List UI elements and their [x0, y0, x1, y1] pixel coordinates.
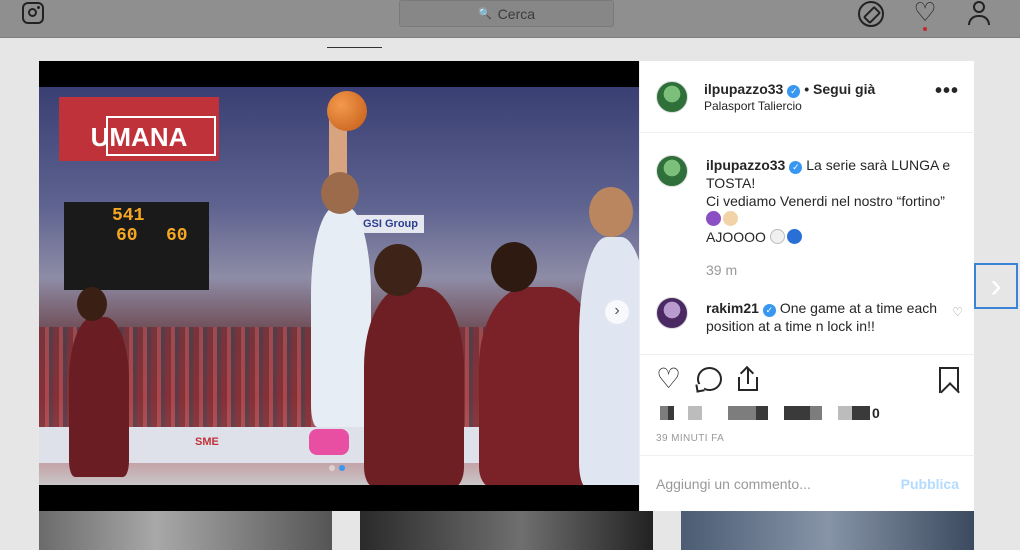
defender-1 [364, 287, 464, 485]
teammate [579, 237, 639, 485]
publish-button[interactable]: Pubblica [901, 476, 959, 492]
arena-banner: UMANA [59, 97, 219, 161]
posted-time[interactable]: 39 MINUTI FA [656, 433, 724, 444]
add-comment-bar: Aggiungi un commento... Pubblica [640, 455, 975, 511]
carousel-dot-active [339, 465, 345, 471]
search-icon: 🔍 [477, 8, 492, 20]
comment: rakim21 ✓ One game at a time each positio… [706, 299, 941, 335]
post-panel: ilpupazzo33 ✓ • Segui già Palasport Talie… [639, 61, 975, 511]
score-mid: 60 [116, 226, 138, 246]
carousel-dot [329, 465, 335, 471]
white-circle-emoji-icon [769, 229, 785, 244]
location-link[interactable]: Palasport Taliercio [704, 99, 802, 113]
save-bookmark-icon[interactable] [939, 367, 959, 393]
defender-2-head [491, 242, 537, 292]
comment-like-icon[interactable]: ♡ [952, 305, 963, 319]
player-left [69, 317, 129, 477]
sponsor-board: GSI Group [357, 215, 424, 233]
blue-circle-emoji-icon [786, 229, 802, 244]
basketball [327, 91, 367, 131]
action-bar: ♡ [640, 361, 975, 401]
likes-count[interactable]: 0 [660, 405, 880, 421]
caption-line-4: AJOOOO [706, 229, 766, 245]
post-username[interactable]: ilpupazzo33 [704, 81, 783, 97]
explore-compass-icon[interactable] [858, 1, 884, 27]
devil-emoji-icon [706, 211, 721, 226]
caption-line-2: Ci vediamo Venerdi nel nostro “fortino” [706, 193, 945, 209]
activity-heart-icon[interactable]: ♡ [912, 0, 938, 31]
comment-input[interactable]: Aggiungi un commento... [656, 476, 811, 492]
likes-count-text: 0 [872, 405, 880, 421]
score-left: 541 [112, 206, 145, 226]
post-media: UMANA 541 60 60 GSI Group SME › [39, 61, 639, 511]
carousel-next-icon[interactable]: › [605, 300, 629, 324]
comment-avatar[interactable] [656, 297, 688, 329]
player-left-head [77, 287, 107, 321]
defender-1-head [374, 244, 422, 296]
scoreboard: 541 60 60 [64, 202, 209, 290]
pray-emoji-icon [723, 211, 738, 226]
follow-status-button[interactable]: • Segui già [804, 81, 875, 97]
verified-badge-icon: ✓ [789, 161, 803, 174]
caption: ilpupazzo33 ✓ La serie sarà LUNGA e TOSTA… [706, 156, 961, 246]
caption-avatar[interactable] [656, 155, 688, 187]
caption-timestamp[interactable]: 39 m [706, 262, 737, 278]
verified-badge-icon: ✓ [762, 304, 776, 317]
grid-thumbnail[interactable] [681, 511, 974, 550]
active-tab-underline [327, 47, 382, 48]
caption-username[interactable]: ilpupazzo33 [706, 157, 785, 173]
shooter-body [311, 207, 371, 427]
avatar[interactable] [656, 81, 688, 113]
search-placeholder: Cerca [497, 5, 536, 22]
verified-badge-icon: ✓ [787, 85, 801, 98]
comment-bubble-icon[interactable] [697, 367, 722, 391]
post-header: ilpupazzo33 ✓ • Segui già Palasport Talie… [640, 61, 975, 133]
grid-thumbnail[interactable] [39, 511, 332, 550]
comments-section: ilpupazzo33 ✓ La serie sarà LUNGA e TOSTA… [640, 133, 975, 355]
like-heart-icon[interactable]: ♡ [656, 365, 682, 393]
comment-username[interactable]: rakim21 [706, 300, 759, 316]
notification-dot [923, 27, 927, 31]
more-options-icon[interactable]: ••• [935, 81, 959, 101]
search-input[interactable]: 🔍 Cerca [399, 0, 614, 27]
header-line: ilpupazzo33 ✓ • Segui già [704, 81, 875, 98]
profile-icon[interactable] [966, 0, 992, 26]
shooter-shoe [309, 429, 349, 455]
grid-thumbnail[interactable] [360, 511, 653, 550]
share-icon[interactable] [736, 367, 762, 393]
top-nav: 🔍 Cerca ♡ [0, 0, 1020, 38]
sponsor-sme: SME [195, 436, 219, 448]
nav-icons: ♡ [858, 0, 992, 31]
next-post-chevron-icon[interactable]: › [974, 263, 1018, 309]
carousel-dots [329, 465, 345, 471]
instagram-glyph-icon[interactable] [22, 2, 44, 24]
teammate-head [589, 187, 633, 237]
shooter-head [321, 172, 359, 214]
post-photo[interactable]: UMANA 541 60 60 GSI Group SME › [39, 87, 639, 485]
score-right: 60 [166, 226, 188, 246]
